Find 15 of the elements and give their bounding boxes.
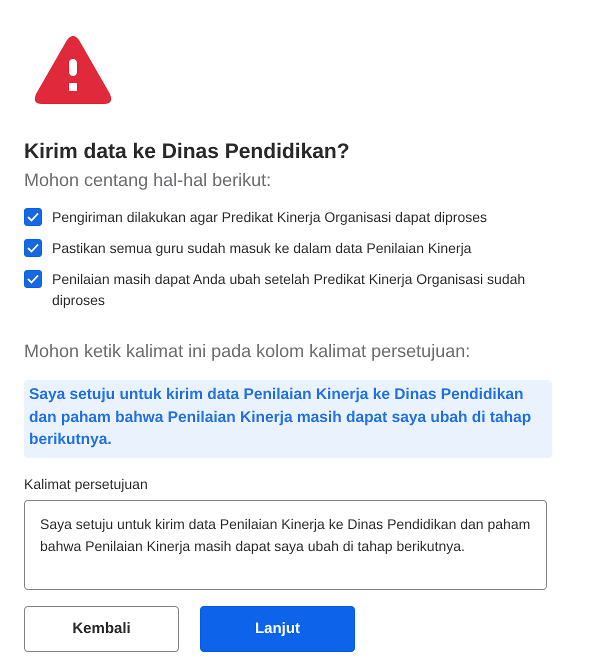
field-label: Kalimat persetujuan xyxy=(24,476,149,492)
dialog-title: Kirim data ke Dinas Pendidikan? xyxy=(24,140,351,164)
checkbox[interactable] xyxy=(24,270,42,288)
checkbox-label: Penilaian masih dapat Anda ubah setelah Predikat Kinerja Organisasi sudah diproses xyxy=(52,270,526,310)
back-button[interactable]: Kembali xyxy=(24,606,179,652)
agreement-sentence: Saya setuju untuk kirim data Penilaian Kinerja ke Dinas Pendidikan dan paham bahwa Penilaian Kinerja masih dapat saya ubah di tahap berikutnya. xyxy=(24,380,552,458)
checkbox[interactable] xyxy=(24,239,42,257)
agreement-input-field[interactable]: Saya setuju untuk kirim data Penilaian Kinerja ke Dinas Pendidikan dan paham bahwa Penilaian Kinerja masih dapat saya ubah di tahap berikutnya. xyxy=(24,500,547,590)
instruction-text: Mohon centang hal-hal berikut: xyxy=(24,170,272,191)
instruction-text: Mohon ketik kalimat ini pada kolom kalimat persetujuan: xyxy=(24,341,472,362)
checkbox[interactable] xyxy=(24,208,42,226)
continue-button[interactable]: Lanjut xyxy=(200,606,355,652)
checkbox-label: Pastikan semua guru sudah masuk ke dalam data Penilaian Kinerja xyxy=(52,239,472,258)
checkbox-label: Pengiriman dilakukan agar Predikat Kinerja Organisasi dapat diproses xyxy=(52,208,488,227)
warning-icon xyxy=(34,36,112,106)
